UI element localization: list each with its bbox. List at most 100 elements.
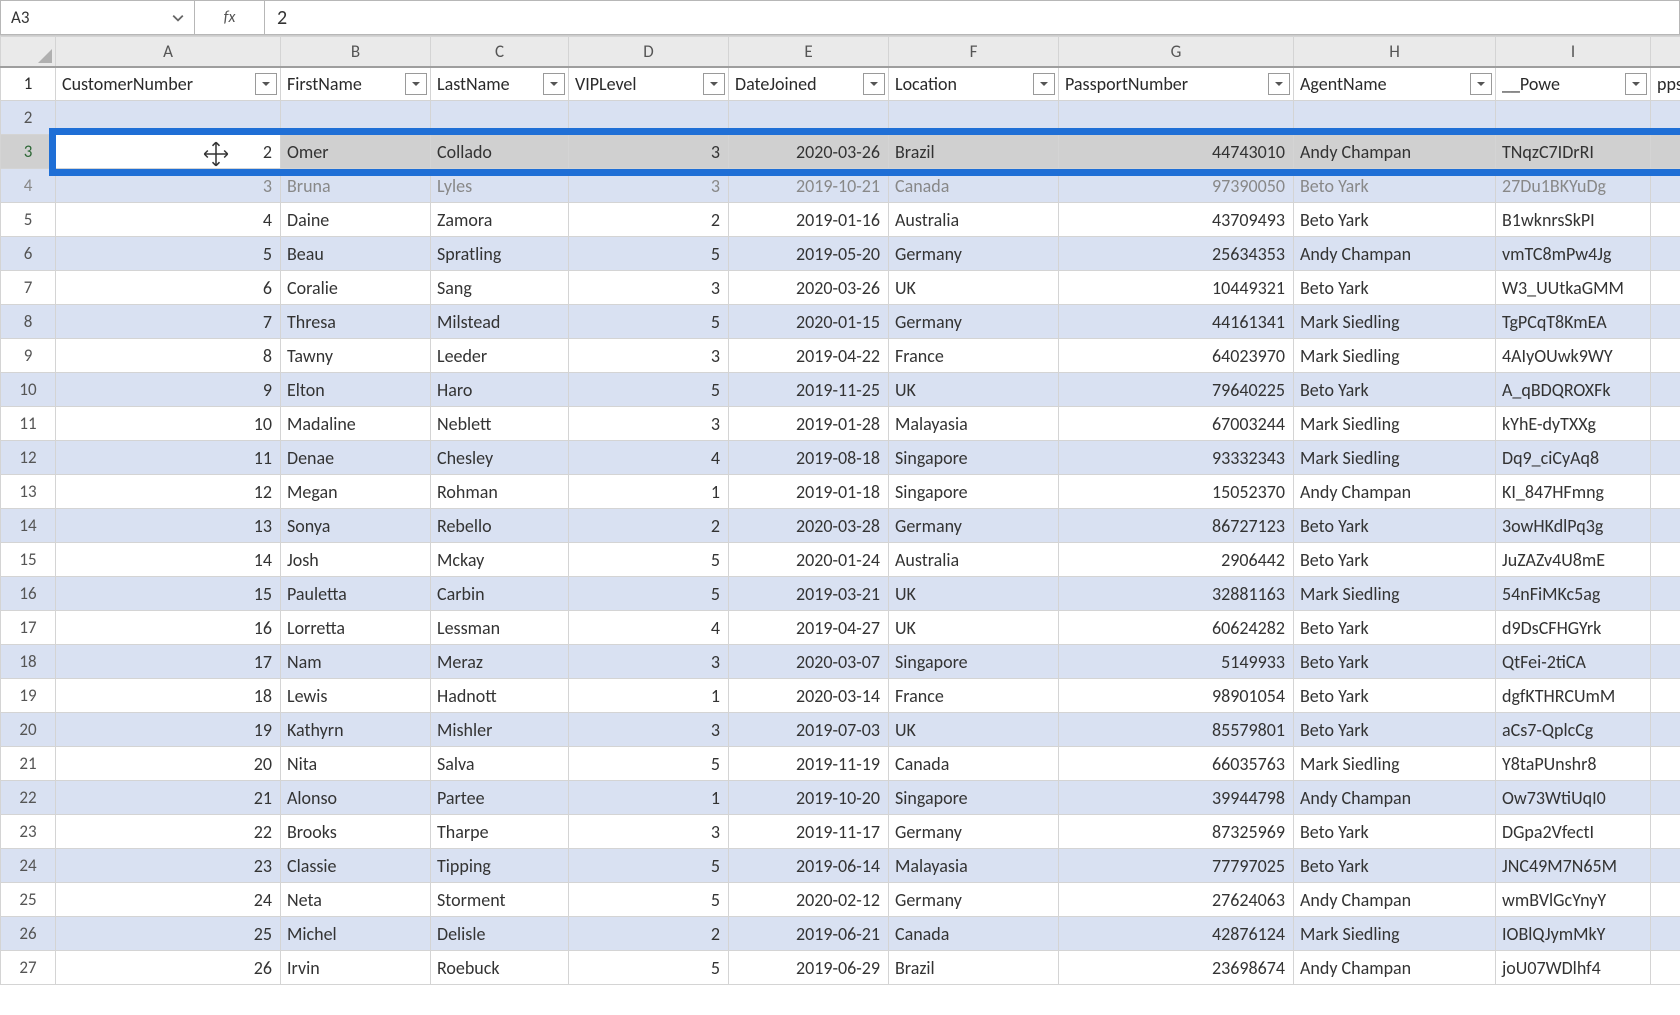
cell[interactable]: Australia: [889, 543, 1059, 577]
cell[interactable]: [1651, 475, 1680, 509]
cell[interactable]: 12: [56, 475, 281, 509]
cell[interactable]: [569, 101, 729, 135]
row-header[interactable]: 20: [1, 713, 56, 747]
table-column-header[interactable]: DateJoined: [729, 67, 889, 101]
column-header-J[interactable]: J: [1651, 37, 1680, 67]
cell[interactable]: 87325969: [1059, 815, 1294, 849]
table-column-header[interactable]: VIPLevel: [569, 67, 729, 101]
cell[interactable]: 79640225: [1059, 373, 1294, 407]
cell[interactable]: [1651, 237, 1680, 271]
cell[interactable]: [1651, 101, 1680, 135]
cell[interactable]: [1651, 135, 1680, 169]
cell[interactable]: Germany: [889, 815, 1059, 849]
cell[interactable]: 42876124: [1059, 917, 1294, 951]
cell[interactable]: joU07WDlhf4: [1496, 951, 1651, 985]
row-header[interactable]: 27: [1, 951, 56, 985]
cell[interactable]: 60624282: [1059, 611, 1294, 645]
cell[interactable]: Beto Yark: [1294, 713, 1496, 747]
cell[interactable]: 3: [569, 645, 729, 679]
table-column-header[interactable]: __Powe: [1496, 67, 1651, 101]
select-all-corner[interactable]: [1, 37, 56, 67]
cell[interactable]: 2019-01-28: [729, 407, 889, 441]
cell[interactable]: [1651, 577, 1680, 611]
cell[interactable]: Tipping: [431, 849, 569, 883]
filter-dropdown-button[interactable]: [1625, 73, 1647, 95]
cell[interactable]: Brooks: [281, 815, 431, 849]
row-header[interactable]: 2: [1, 101, 56, 135]
cell[interactable]: France: [889, 339, 1059, 373]
cell[interactable]: 39944798: [1059, 781, 1294, 815]
cell[interactable]: 5: [569, 883, 729, 917]
cell[interactable]: Germany: [889, 305, 1059, 339]
cell[interactable]: [729, 101, 889, 135]
cell[interactable]: 15: [56, 577, 281, 611]
cell[interactable]: 8: [56, 339, 281, 373]
cell[interactable]: kYhE-dyTXXg: [1496, 407, 1651, 441]
cell[interactable]: 15052370: [1059, 475, 1294, 509]
cell[interactable]: 5: [569, 849, 729, 883]
cell[interactable]: [281, 101, 431, 135]
cell[interactable]: Elton: [281, 373, 431, 407]
cell[interactable]: 18: [56, 679, 281, 713]
row-header[interactable]: 25: [1, 883, 56, 917]
cell[interactable]: Nam: [281, 645, 431, 679]
spreadsheet-grid[interactable]: ABCDEFGHIJ 1CustomerNumberFirstNameLastN…: [0, 36, 1680, 1015]
cell[interactable]: TNqzC7IDrRI: [1496, 135, 1651, 169]
cell[interactable]: Andy Champan: [1294, 883, 1496, 917]
cell[interactable]: Singapore: [889, 475, 1059, 509]
row-header[interactable]: 16: [1, 577, 56, 611]
cell[interactable]: Mckay: [431, 543, 569, 577]
cell[interactable]: [1496, 101, 1651, 135]
row-header[interactable]: 12: [1, 441, 56, 475]
cell[interactable]: Meraz: [431, 645, 569, 679]
filter-dropdown-button[interactable]: [543, 73, 565, 95]
row-header[interactable]: 21: [1, 747, 56, 781]
cell[interactable]: 2019-06-29: [729, 951, 889, 985]
row-header[interactable]: 26: [1, 917, 56, 951]
cell[interactable]: Kathyrn: [281, 713, 431, 747]
row-header[interactable]: 3: [1, 135, 56, 169]
cell[interactable]: [1651, 373, 1680, 407]
cell[interactable]: Lewis: [281, 679, 431, 713]
filter-dropdown-button[interactable]: [1268, 73, 1290, 95]
cell[interactable]: 2020-03-26: [729, 271, 889, 305]
cell[interactable]: Irvin: [281, 951, 431, 985]
cell[interactable]: 16: [56, 611, 281, 645]
cell[interactable]: 3: [569, 407, 729, 441]
cell[interactable]: 2019-01-16: [729, 203, 889, 237]
table-column-header[interactable]: PassportNumber: [1059, 67, 1294, 101]
cell[interactable]: [431, 101, 569, 135]
row-header[interactable]: 14: [1, 509, 56, 543]
cell[interactable]: 24: [56, 883, 281, 917]
cell[interactable]: Dq9_ciCyAq8: [1496, 441, 1651, 475]
cell[interactable]: 2906442: [1059, 543, 1294, 577]
cell[interactable]: Mark Siedling: [1294, 407, 1496, 441]
row-header[interactable]: 6: [1, 237, 56, 271]
cell[interactable]: [1651, 815, 1680, 849]
cell[interactable]: 2019-11-19: [729, 747, 889, 781]
cell[interactable]: Bruna: [281, 169, 431, 203]
cell[interactable]: 21: [56, 781, 281, 815]
cell[interactable]: 2019-05-20: [729, 237, 889, 271]
cell[interactable]: A_qBDQROXFk: [1496, 373, 1651, 407]
cell[interactable]: 2019-11-25: [729, 373, 889, 407]
row-header[interactable]: 10: [1, 373, 56, 407]
cell[interactable]: Beto Yark: [1294, 509, 1496, 543]
cell[interactable]: [1651, 441, 1680, 475]
cell[interactable]: [1651, 849, 1680, 883]
cell[interactable]: Andy Champan: [1294, 475, 1496, 509]
cell[interactable]: Josh: [281, 543, 431, 577]
column-header-I[interactable]: I: [1496, 37, 1651, 67]
cell[interactable]: 1: [569, 475, 729, 509]
cell[interactable]: [1651, 883, 1680, 917]
row-header[interactable]: 4: [1, 169, 56, 203]
cell[interactable]: 2019-07-03: [729, 713, 889, 747]
row-header[interactable]: 11: [1, 407, 56, 441]
cell[interactable]: 43709493: [1059, 203, 1294, 237]
cell[interactable]: KI_847HFmng: [1496, 475, 1651, 509]
cell[interactable]: Storment: [431, 883, 569, 917]
cell[interactable]: Singapore: [889, 781, 1059, 815]
cell[interactable]: Mark Siedling: [1294, 917, 1496, 951]
cell[interactable]: [1651, 543, 1680, 577]
cell[interactable]: Mark Siedling: [1294, 339, 1496, 373]
